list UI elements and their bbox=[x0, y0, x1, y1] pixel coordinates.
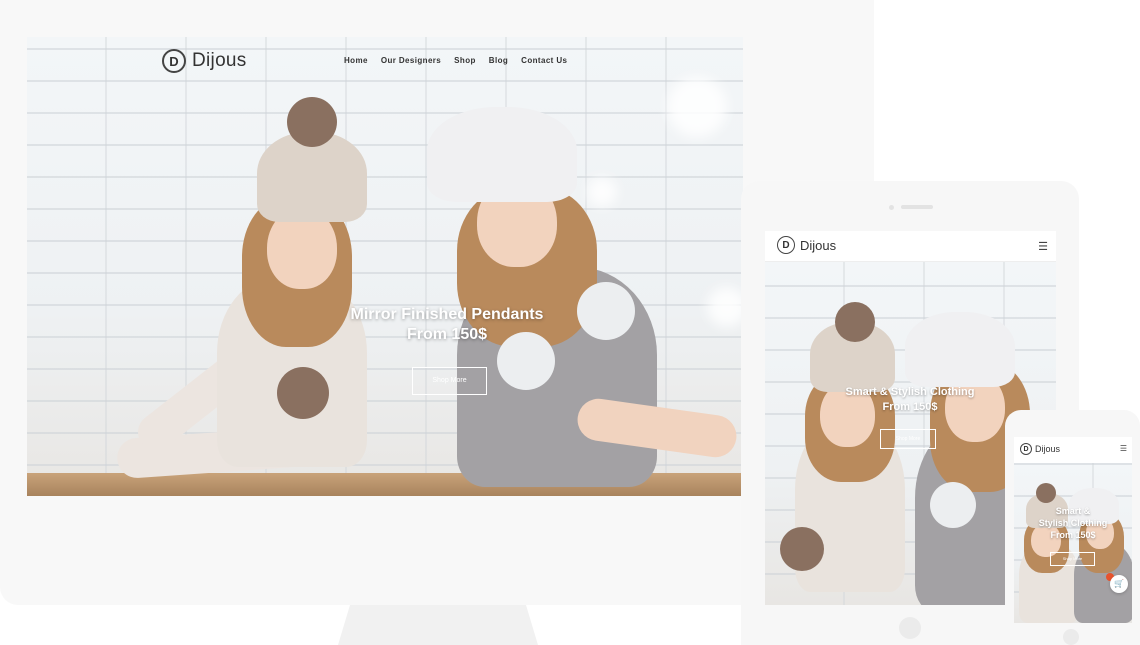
tablet-speaker bbox=[901, 205, 933, 209]
nav-home[interactable]: Home bbox=[344, 56, 368, 65]
tablet-logo[interactable]: D Dijous bbox=[777, 236, 836, 254]
phone-hero-headline: Smart & Stylish Clothing From 150$ bbox=[1028, 505, 1118, 541]
tablet-header: D Dijous ☰ bbox=[765, 231, 1056, 262]
desktop-hero-headline: Mirror Finished Pendants From 150$ bbox=[297, 305, 597, 345]
desktop-screen: D Dijous Home Our Designers Shop Blog Co… bbox=[27, 37, 743, 496]
hamburger-menu-icon[interactable]: ☰ bbox=[1120, 444, 1127, 453]
tablet-headline-line-2: From 150$ bbox=[882, 401, 938, 413]
phone-shop-more-button[interactable]: Shop More bbox=[1050, 552, 1095, 566]
tablet-home-button bbox=[899, 617, 921, 639]
phone-logo[interactable]: D Dijous bbox=[1020, 443, 1060, 455]
phone-header: D Dijous ☰ bbox=[1014, 437, 1132, 463]
nav-contact-us[interactable]: Contact Us bbox=[521, 56, 567, 65]
desktop-headline-line-1: Mirror Finished Pendants bbox=[350, 306, 544, 323]
phone-frame: D Dijous ☰ Smart & Stylish Clothing From… bbox=[1005, 410, 1140, 645]
nav-our-designers[interactable]: Our Designers bbox=[381, 56, 441, 65]
cart-icon[interactable]: 🛒 bbox=[1110, 575, 1128, 593]
phone-hero-image bbox=[1014, 463, 1132, 623]
logo-text: Dijous bbox=[192, 50, 247, 71]
phone-headline-line-1: Smart & bbox=[1055, 506, 1091, 516]
desktop-headline-line-2: From 150$ bbox=[406, 326, 488, 343]
desktop-hero-image bbox=[27, 37, 743, 496]
monitor-stand bbox=[338, 605, 538, 645]
logo-icon: D bbox=[1020, 443, 1032, 455]
logo-text: Dijous bbox=[800, 237, 837, 253]
logo-icon: D bbox=[162, 49, 186, 73]
tablet-camera bbox=[889, 205, 894, 210]
desktop-shop-more-button[interactable]: Shop More bbox=[412, 367, 487, 395]
desktop-nav: Home Our Designers Shop Blog Contact Us bbox=[344, 56, 567, 65]
phone-screen: D Dijous ☰ Smart & Stylish Clothing From… bbox=[1014, 437, 1132, 623]
tablet-shop-more-button[interactable]: Shop More bbox=[880, 429, 936, 449]
desktop-header: D Dijous Home Our Designers Shop Blog Co… bbox=[27, 37, 743, 85]
phone-headline-line-2: Stylish Clothing bbox=[1038, 518, 1108, 528]
nav-blog[interactable]: Blog bbox=[489, 56, 508, 65]
logo-icon: D bbox=[777, 236, 795, 254]
tablet-headline-line-1: Smart & Stylish Clothing bbox=[845, 386, 975, 398]
phone-home-button bbox=[1063, 629, 1079, 645]
hamburger-menu-icon[interactable]: ☰ bbox=[1038, 240, 1048, 253]
logo-text: Dijous bbox=[1035, 444, 1061, 454]
desktop-logo[interactable]: D Dijous bbox=[162, 49, 247, 73]
phone-headline-line-3: From 150$ bbox=[1050, 530, 1096, 540]
nav-shop[interactable]: Shop bbox=[454, 56, 476, 65]
tablet-hero-headline: Smart & Stylish Clothing From 150$ bbox=[825, 385, 995, 415]
